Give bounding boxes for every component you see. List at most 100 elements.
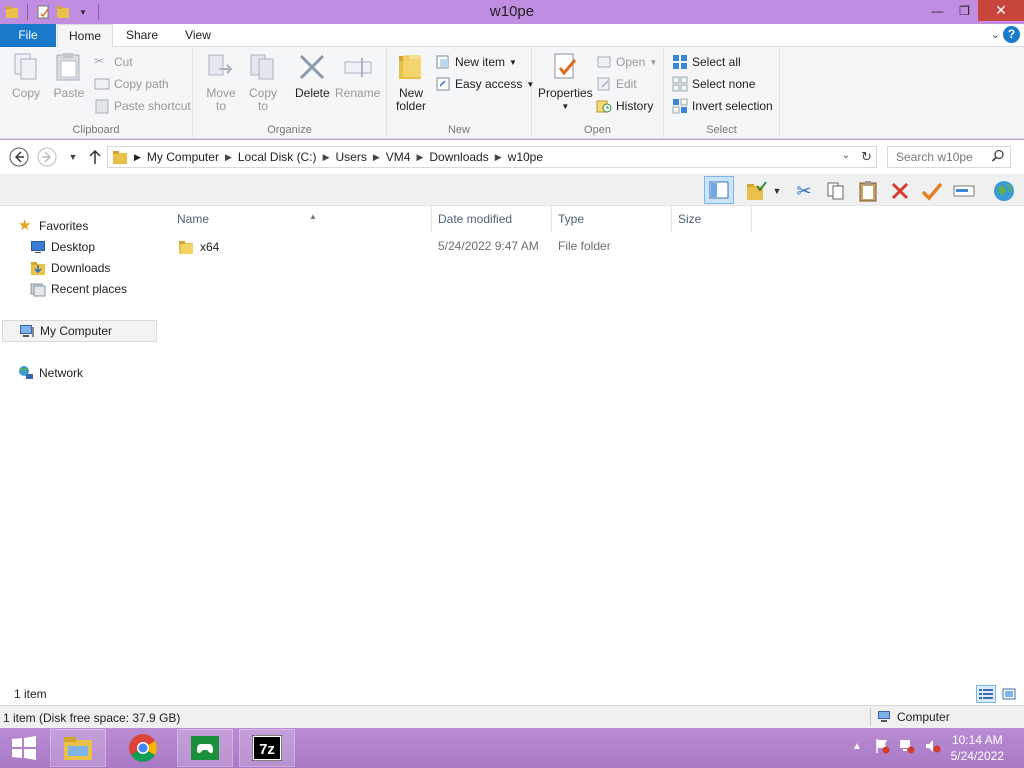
back-button[interactable] <box>8 146 30 168</box>
delete-button[interactable]: Delete <box>295 51 330 100</box>
paste-button[interactable]: Paste <box>53 51 85 100</box>
new-folder-button[interactable]: New folder <box>395 51 427 113</box>
move-to-button[interactable]: Move to <box>205 51 237 113</box>
history-button[interactable]: History <box>596 97 653 115</box>
rename-button[interactable]: Rename <box>335 51 380 100</box>
help-icon[interactable]: ? <box>1003 26 1020 43</box>
breadcrumb-separator[interactable]: ▶ <box>495 152 502 163</box>
open-group-label: Open <box>584 124 611 136</box>
breadcrumb-item[interactable]: My Computer <box>147 150 219 164</box>
tab-share[interactable]: Share <box>118 24 166 47</box>
minimize-button[interactable]: — <box>924 0 951 21</box>
column-header-label: Size <box>678 212 702 226</box>
select-all-button[interactable]: Select all <box>672 53 741 71</box>
large-icons-view-button[interactable] <box>999 685 1019 703</box>
nav-item-favorites[interactable]: ★ Favorites <box>18 216 88 236</box>
clock[interactable]: 10:14 AM 5/24/2022 <box>951 732 1004 764</box>
network-status-icon[interactable] <box>898 738 916 754</box>
tab-file[interactable]: File <box>0 24 56 47</box>
properties-button[interactable]: Properties ▼ <box>538 51 593 113</box>
7zip-icon: 7z <box>252 735 282 761</box>
breadcrumb-separator[interactable]: ▶ <box>134 152 141 163</box>
easy-access-button[interactable]: Easy access ▼ <box>435 75 534 93</box>
nav-item-network[interactable]: Network <box>18 363 83 383</box>
action-center-flag-icon[interactable] <box>874 738 890 754</box>
chevron-down-icon[interactable]: ⌄ <box>842 150 850 161</box>
breadcrumb-item[interactable]: VM4 <box>386 150 411 164</box>
delete-tool-button[interactable] <box>888 179 912 203</box>
breadcrumb-separator[interactable]: ▶ <box>323 152 330 163</box>
network-globe-button[interactable] <box>992 179 1016 203</box>
copy-button[interactable]: Copy <box>10 51 42 100</box>
paste-shortcut-button[interactable]: Paste shortcut <box>94 97 191 115</box>
forward-button[interactable] <box>36 146 58 168</box>
ribbon-group-open: Properties ▼ Open ▼ Edit History Open <box>532 47 664 139</box>
taskbar-chrome[interactable] <box>115 729 171 767</box>
nav-item-recent-places[interactable]: Recent places <box>30 279 127 299</box>
nav-item-downloads[interactable]: Downloads <box>30 258 110 278</box>
ribbon: Copy Paste ✂ Cut Copy path Paste shortcu… <box>0 47 1024 139</box>
chevron-down-icon[interactable]: ⌄ <box>991 28 1000 41</box>
column-header-name[interactable]: Name ▲ <box>171 206 432 232</box>
delete-icon <box>300 54 325 80</box>
file-name-cell[interactable]: x64 <box>178 239 219 255</box>
new-item-icon <box>436 55 449 69</box>
copy-tool-button[interactable] <box>824 179 848 203</box>
column-header-type[interactable]: Type <box>552 206 672 232</box>
up-button[interactable] <box>84 146 106 168</box>
details-view-icon <box>979 689 993 699</box>
table-row[interactable]: x64 5/24/2022 9:47 AM File folder <box>170 236 910 258</box>
show-hidden-icons-button[interactable]: ▲ <box>852 741 862 752</box>
new-folder-icon[interactable] <box>55 4 71 20</box>
address-bar[interactable]: ▶ My Computer ▶ Local Disk (C:) ▶ Users ▶ V… <box>107 146 877 168</box>
breadcrumb-separator[interactable]: ▶ <box>416 152 423 163</box>
select-none-button[interactable]: Select none <box>672 75 755 93</box>
move-to-label-2: to <box>215 99 226 113</box>
breadcrumb-item[interactable]: Downloads <box>429 150 488 164</box>
paste-tool-button[interactable] <box>856 179 880 203</box>
restore-button[interactable]: ❐ <box>951 0 978 21</box>
window-title: w10pe <box>489 3 535 20</box>
ribbon-group-new: New folder New item ▼ Easy access ▼ New <box>387 47 534 139</box>
tab-view[interactable]: View <box>176 24 220 47</box>
cut-button[interactable]: ✂ Cut <box>94 53 133 71</box>
cut-tool-button[interactable]: ✂ <box>792 179 816 203</box>
tab-home[interactable]: Home <box>57 24 113 48</box>
start-button[interactable] <box>0 729 48 767</box>
edit-button[interactable]: Edit <box>596 75 637 93</box>
search-input[interactable]: Search w10pe <box>887 146 1011 168</box>
details-view-button[interactable] <box>976 685 996 703</box>
folder-icon[interactable] <box>4 4 20 20</box>
breadcrumb-item[interactable]: Users <box>335 150 366 164</box>
open-icon <box>597 56 611 68</box>
nav-item-my-computer[interactable]: My Computer <box>2 320 157 342</box>
nav-item-desktop[interactable]: Desktop <box>30 237 95 257</box>
volume-muted-icon[interactable] <box>924 738 942 754</box>
invert-selection-button[interactable]: Invert selection <box>672 97 773 115</box>
taskbar-game-app[interactable] <box>177 729 233 767</box>
chevron-down-icon: ▼ <box>561 102 570 111</box>
copy-path-button[interactable]: Copy path <box>94 75 169 93</box>
column-header-size[interactable]: Size <box>672 206 752 232</box>
new-item-button[interactable]: New item ▼ <box>435 53 517 71</box>
folder-options-button[interactable] <box>744 179 768 203</box>
properties-icon[interactable] <box>35 4 51 20</box>
open-button[interactable]: Open ▼ <box>596 53 657 71</box>
breadcrumb-separator[interactable]: ▶ <box>373 152 380 163</box>
close-button[interactable]: ✕ <box>978 0 1024 21</box>
nav-item-label: My Computer <box>40 324 113 338</box>
refresh-icon[interactable]: ↻ <box>861 149 872 165</box>
copy-to-button[interactable]: Copy to <box>247 51 279 113</box>
recent-locations-button[interactable]: ▼ <box>62 146 84 168</box>
breadcrumb-separator[interactable]: ▶ <box>225 152 232 163</box>
breadcrumb-item[interactable]: w10pe <box>508 150 543 164</box>
breadcrumb-item[interactable]: Local Disk (C:) <box>238 150 317 164</box>
rename-tool-button[interactable] <box>952 179 976 203</box>
column-header-date-modified[interactable]: Date modified <box>432 206 552 232</box>
taskbar-file-explorer[interactable] <box>50 729 106 767</box>
taskbar-7zip[interactable]: 7z <box>239 729 295 767</box>
properties-tool-button[interactable] <box>920 179 944 203</box>
chevron-down-icon[interactable]: ▾ <box>75 4 91 20</box>
folder-options-dropdown[interactable]: ▼ <box>770 179 784 203</box>
preview-pane-button[interactable] <box>704 176 734 204</box>
